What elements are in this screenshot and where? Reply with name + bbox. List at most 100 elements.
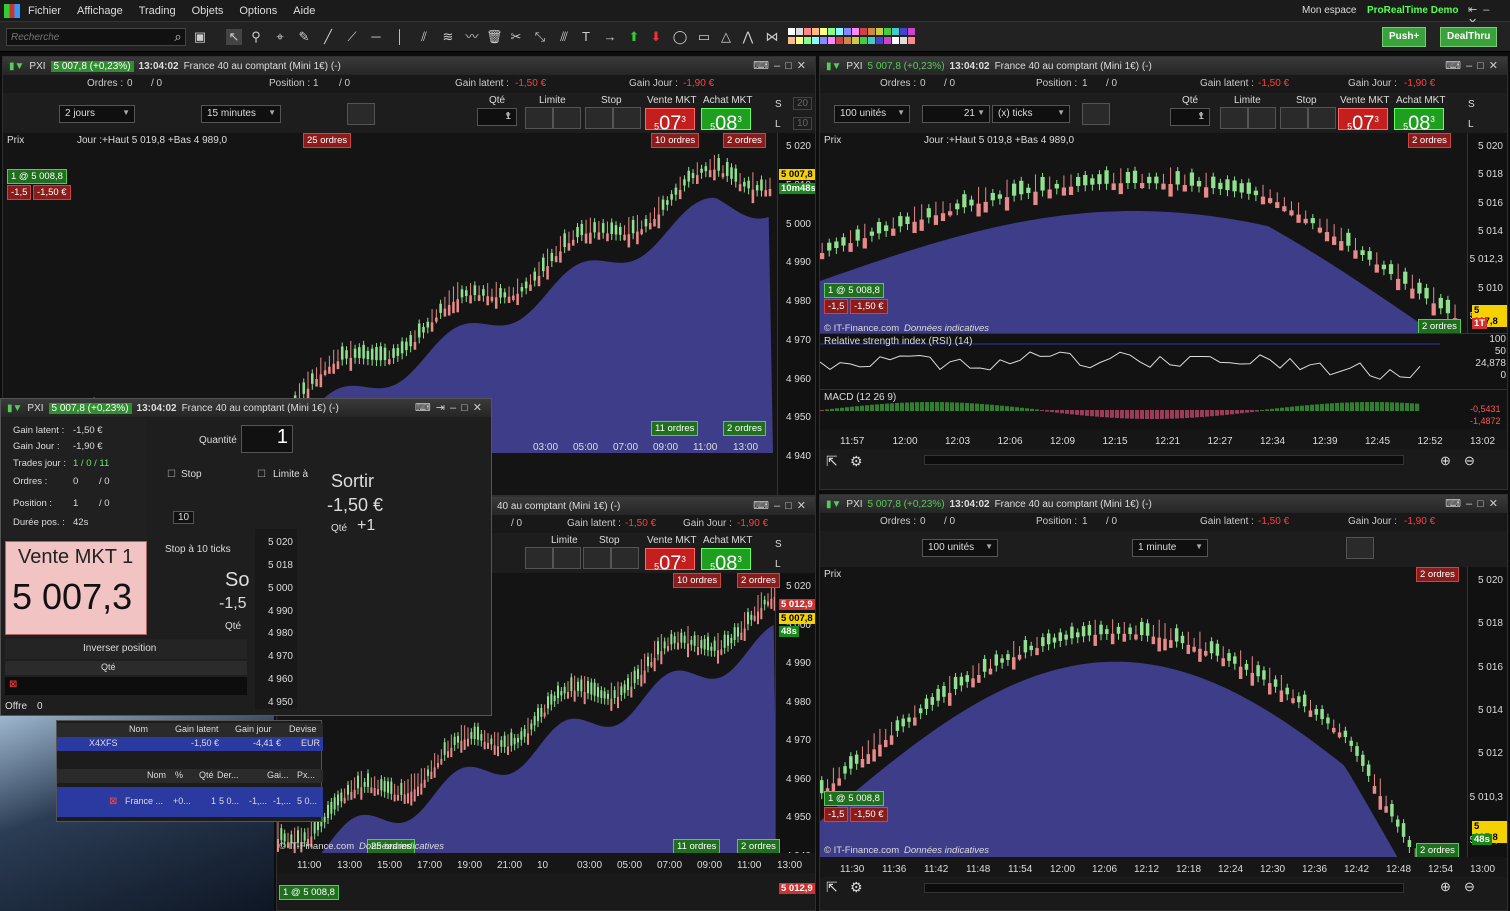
color-swatch[interactable] (828, 37, 835, 44)
col-qte[interactable]: Qté (199, 770, 214, 780)
limit-buy-button[interactable] (525, 547, 553, 569)
color-swatch[interactable] (900, 28, 907, 35)
pencil-icon[interactable]: ✎ (296, 29, 312, 45)
sortir-button[interactable]: Sortir (331, 471, 374, 492)
l-input[interactable]: 10 (793, 117, 813, 130)
col-der[interactable]: Der... (217, 770, 239, 780)
color-swatch[interactable] (828, 28, 835, 35)
window-buttons[interactable]: ⌨–□✕ (1445, 59, 1503, 72)
menu-aide[interactable]: Aide (293, 5, 315, 17)
inverser-position-button[interactable]: Inverser position (5, 639, 247, 659)
position-tag[interactable]: 1 @ 5 008,8 (279, 885, 339, 900)
interval-select[interactable]: 1 minute (1132, 539, 1208, 557)
col-qte[interactable]: Qté (101, 662, 116, 672)
interval-select[interactable]: 15 minutes (201, 105, 281, 123)
orders-tag[interactable]: 2 ordres (737, 573, 780, 588)
color-swatch[interactable] (868, 28, 875, 35)
color-swatch[interactable] (900, 37, 907, 44)
vertical-line-icon[interactable]: │ (392, 29, 408, 45)
color-swatch[interactable] (884, 37, 891, 44)
stop-sell-button[interactable] (613, 107, 641, 129)
ellipse-icon[interactable]: ◯ (672, 29, 688, 45)
position-tag[interactable]: 1 @ 5 008,8 (824, 791, 884, 806)
col-pct[interactable]: % (175, 770, 183, 780)
vente-mkt-button[interactable]: Vente MKT 1 5 007,3 (5, 541, 147, 635)
sell-market-button[interactable]: 5073 (1338, 108, 1388, 135)
pattern-icon[interactable]: ⋈ (764, 29, 780, 45)
stop-buy-button[interactable] (583, 547, 611, 569)
color-swatch[interactable] (796, 28, 803, 35)
table-row[interactable]: X4XFS -1,50 € -4,41 € EUR (57, 737, 323, 751)
horizontal-line-icon[interactable]: ─ (368, 29, 384, 45)
stop-ticks-input[interactable]: 10 (173, 511, 195, 524)
account-link[interactable]: Mon espace (1302, 5, 1356, 16)
export-icon[interactable]: ⇱ (826, 453, 838, 470)
color-swatch[interactable] (860, 28, 867, 35)
color-swatch[interactable] (908, 28, 915, 35)
qty-input[interactable]: 1 (477, 108, 517, 126)
color-swatch[interactable] (892, 37, 899, 44)
color-swatch[interactable] (844, 37, 851, 44)
indicator-button[interactable] (347, 103, 375, 125)
search-icon[interactable]: ⌕ (170, 29, 186, 45)
zoom-in-icon[interactable]: ⊕ (1440, 879, 1451, 895)
zigzag-icon[interactable]: ⋀ (740, 29, 756, 45)
window-buttons[interactable]: ⌨–□✕ (1445, 497, 1503, 510)
limit-sell-button[interactable] (553, 107, 581, 129)
menu-trading[interactable]: Trading (139, 5, 176, 17)
parallel-icon[interactable]: ⫻ (556, 29, 572, 45)
color-swatch[interactable] (860, 37, 867, 44)
window-buttons[interactable]: ⌨⇥–□✕ (415, 401, 487, 414)
color-swatch[interactable] (876, 37, 883, 44)
buy-market-button[interactable]: 5083 (1394, 108, 1444, 135)
ticks-input[interactable]: 21 (922, 105, 990, 123)
color-swatch[interactable] (788, 28, 795, 35)
orders-table-row[interactable]: ⊠ (5, 677, 247, 695)
trash-icon[interactable]: 🗑 (486, 29, 503, 45)
zoom-in-icon[interactable]: ⊕ (1440, 453, 1451, 469)
color-swatch[interactable] (820, 28, 827, 35)
window-buttons[interactable]: ⌨–□✕ (753, 59, 811, 72)
trend-icon[interactable]: ⤡ (532, 29, 548, 45)
line-icon[interactable]: ╱ (320, 29, 336, 45)
color-swatch[interactable] (868, 37, 875, 44)
col-px[interactable]: Px... (297, 770, 315, 780)
tools-icon[interactable]: ✂ (508, 29, 524, 45)
stop-checkbox[interactable]: ☐ (167, 469, 176, 480)
color-swatch[interactable] (884, 28, 891, 35)
macd-panel[interactable]: MACD (12 26 9) -0,5431 -1,4872 (820, 389, 1507, 429)
col-gain[interactable]: Gai... (267, 770, 289, 780)
col-nom[interactable]: Nom (129, 724, 148, 734)
period-select[interactable]: 2 jours (59, 105, 135, 123)
col-devise[interactable]: Devise (289, 724, 317, 734)
scrollbar[interactable] (924, 455, 1404, 465)
buy-market-button[interactable]: 5083 (701, 548, 751, 575)
rectangle-icon[interactable]: ▭ (696, 29, 712, 45)
orders-tag[interactable]: 2 ordres (1416, 843, 1459, 858)
color-swatch[interactable] (836, 28, 843, 35)
wave-icon[interactable]: 〰 (464, 29, 480, 45)
position-tag[interactable]: 1 @ 5 008,8 (824, 283, 884, 298)
color-swatch[interactable] (796, 37, 803, 44)
limit-buy-button[interactable] (525, 107, 553, 129)
color-swatch[interactable] (876, 28, 883, 35)
arrow-up-icon[interactable]: ⬆ (626, 29, 642, 45)
color-swatch[interactable] (804, 28, 811, 35)
sell-market-button[interactable]: 5073 (645, 108, 695, 135)
orders-tag[interactable]: 2 ordres (1418, 319, 1461, 334)
stop-buy-button[interactable] (1280, 107, 1308, 129)
ray-icon[interactable]: ⟋ (344, 29, 360, 45)
units-select[interactable]: 100 unités (922, 539, 998, 557)
limite-checkbox[interactable]: ☐ (257, 469, 266, 480)
close-position-icon[interactable]: ⊠ (109, 796, 117, 807)
orders-tag[interactable]: 2 ordres (1408, 133, 1451, 148)
col-gain-latent[interactable]: Gain latent (175, 724, 219, 734)
text-icon[interactable]: T (578, 29, 594, 45)
stop-buy-button[interactable] (585, 107, 613, 129)
menu-affichage[interactable]: Affichage (77, 5, 123, 17)
s-input[interactable]: 20 (793, 97, 813, 110)
chart-area[interactable]: 5 0205 0185 0165 0145 0125 010,35 007,8 … (820, 567, 1507, 910)
orders-tag[interactable]: 10 ordres (651, 133, 700, 148)
orders-tag[interactable]: 2 ordres (1416, 567, 1459, 582)
stop-sell-button[interactable] (611, 547, 639, 569)
